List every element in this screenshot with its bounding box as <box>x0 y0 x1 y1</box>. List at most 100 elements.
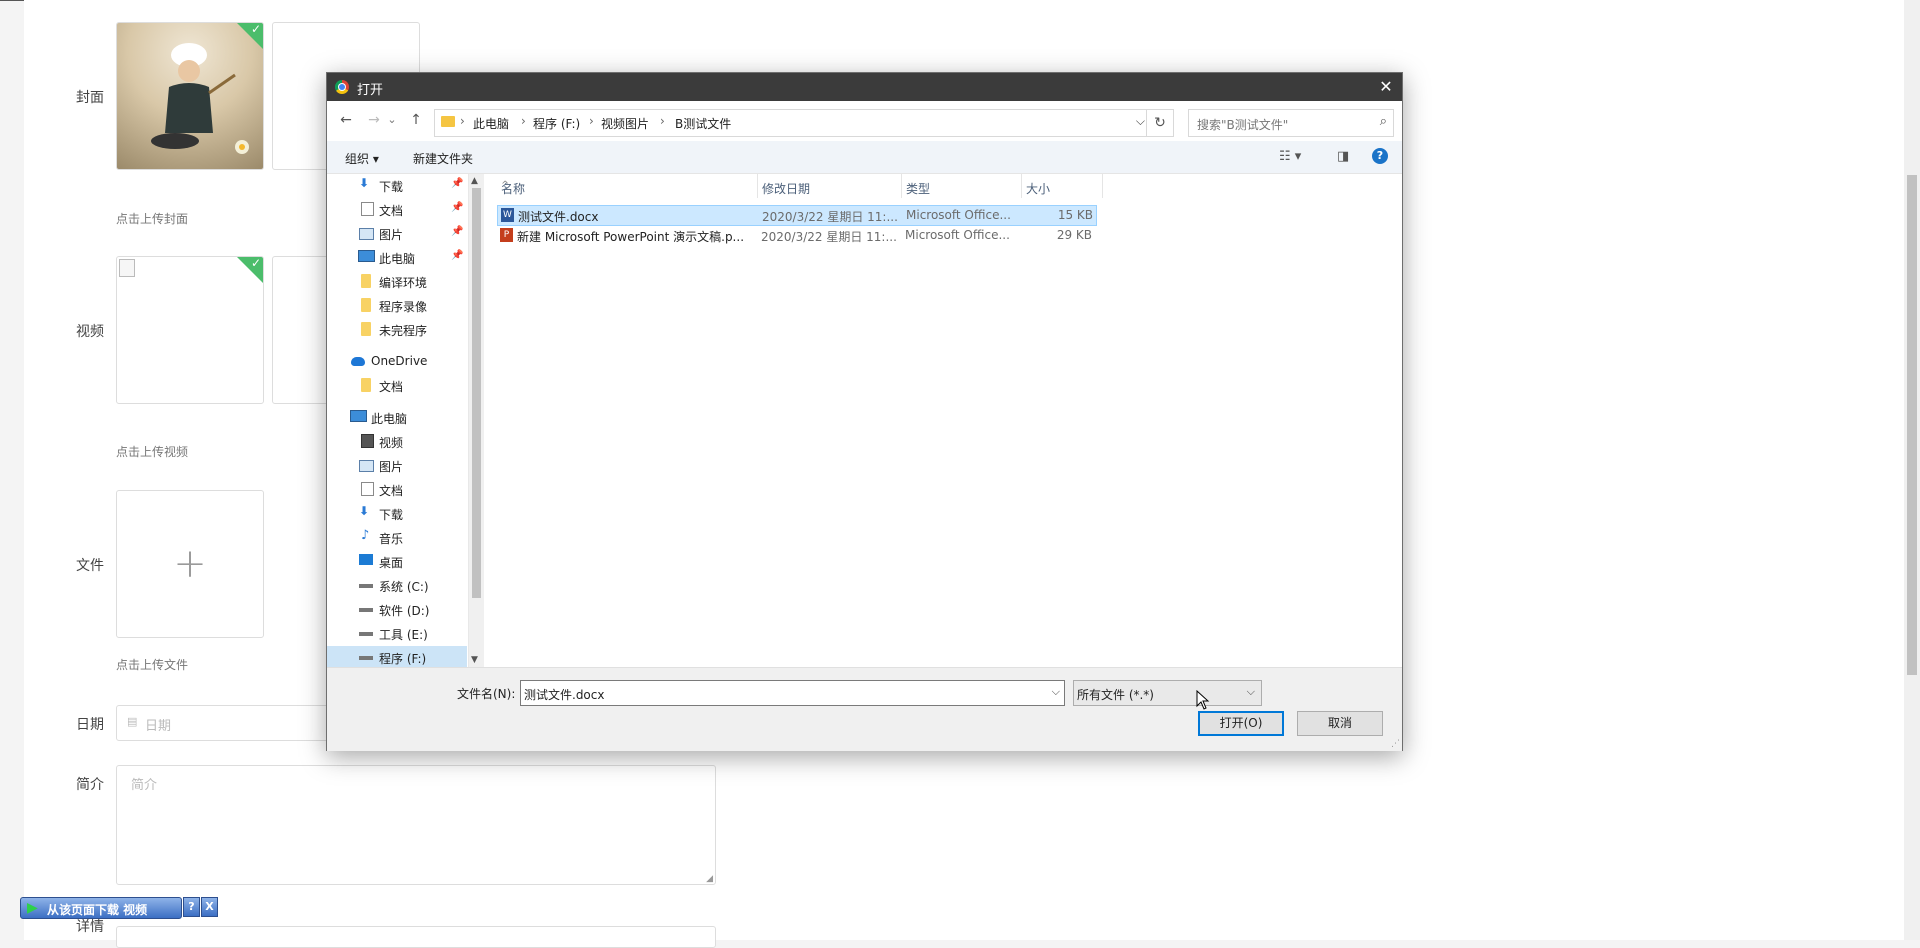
download-close-button[interactable]: X <box>201 897 218 917</box>
download-help-button[interactable]: ? <box>183 897 200 917</box>
resize-handle-icon[interactable]: ◢ <box>706 874 713 884</box>
up-button[interactable]: ↑ <box>407 111 425 129</box>
nav-item-onedrive-documents[interactable]: 文档 <box>327 374 467 396</box>
navigation-pane-scrollbar-thumb[interactable] <box>472 188 481 598</box>
file-row[interactable]: W 测试文件.docx 2020/3/22 星期日 11:... Microso… <box>497 205 1097 226</box>
cover-upload-hint[interactable]: 点击上传封面 <box>116 210 188 227</box>
help-icon[interactable]: ? <box>1372 148 1388 164</box>
document-icon <box>361 202 374 216</box>
file-row[interactable]: P 新建 Microsoft PowerPoint 演示文稿.p... 2020… <box>497 226 1095 245</box>
pin-icon: 📌 <box>451 226 464 237</box>
nav-item-pictures[interactable]: 图片 📌 <box>327 222 467 244</box>
page-scrollbar-thumb[interactable] <box>1907 175 1917 675</box>
scroll-up-icon[interactable]: ▲ <box>471 176 478 186</box>
resize-grip-icon[interactable]: ⋰ <box>1391 739 1400 749</box>
address-bar[interactable]: › 此电脑 › 程序 (F:) › 视频图片 › B测试文件 ⌵ ↻ <box>434 109 1174 137</box>
dialog-titlebar[interactable]: 打开 ✕ <box>327 73 1402 101</box>
video-thumbnail[interactable]: ✓ <box>116 256 264 404</box>
search-box[interactable]: 搜索"B测试文件" ⌕ <box>1188 109 1394 137</box>
column-header-size[interactable]: 大小 <box>1022 174 1103 198</box>
column-header-type[interactable]: 类型 <box>902 174 1022 198</box>
nav-item-downloads-pc[interactable]: ⬇ 下载 <box>327 502 467 524</box>
nav-item-drive-f[interactable]: 程序 (F:) <box>327 646 467 667</box>
detail-editor[interactable] <box>116 926 716 948</box>
back-button[interactable]: ← <box>337 111 355 129</box>
view-options-icon[interactable]: ☷ ▾ <box>1279 149 1301 164</box>
cover-label: 封面 <box>76 90 104 106</box>
check-icon: ✓ <box>250 22 261 36</box>
column-header-name[interactable]: 名称 ^ <box>497 174 758 198</box>
video-label: 视频 <box>76 324 104 340</box>
new-folder-button[interactable]: 新建文件夹 <box>413 150 473 167</box>
nav-item-compile-env[interactable]: 编译环境 <box>327 270 467 292</box>
download-icon: ⬇ <box>359 176 370 190</box>
date-picker[interactable]: ▤ 日期 <box>116 705 338 741</box>
picture-icon <box>359 460 374 472</box>
page-scrollbar[interactable] <box>1904 0 1920 940</box>
scroll-down-icon[interactable]: ▼ <box>471 655 478 665</box>
refresh-button[interactable]: ↻ <box>1146 110 1173 136</box>
chevron-down-icon: ⌵ <box>1246 685 1255 698</box>
navigation-pane-scrollbar[interactable]: ▲ ▼ <box>468 174 484 667</box>
nav-item-label: 下载 <box>379 508 404 522</box>
cloud-icon <box>351 357 365 366</box>
intro-textarea[interactable]: 简介 ◢ <box>116 765 716 885</box>
file-upload-slot[interactable]: + <box>116 490 264 638</box>
check-icon: ✓ <box>250 256 261 270</box>
nav-item-label: 文档 <box>379 484 404 498</box>
nav-item-label: 未完程序 <box>379 324 428 338</box>
nav-item-label: 程序 (F:) <box>379 652 427 666</box>
nav-item-drive-c[interactable]: 系统 (C:) <box>327 574 467 596</box>
navigation-bar: ← → ⌄ ↑ › 此电脑 › 程序 (F:) › 视频图片 › B测试文件 ⌵… <box>327 101 1402 141</box>
close-button[interactable]: ✕ <box>1370 73 1402 101</box>
column-header-label: 修改日期 <box>762 182 811 196</box>
sort-up-icon: ^ <box>501 180 510 191</box>
nav-item-pictures-pc[interactable]: 图片 <box>327 454 467 476</box>
chevron-down-icon[interactable]: ⌵ <box>1136 114 1145 129</box>
video-upload-hint[interactable]: 点击上传视频 <box>116 443 188 460</box>
filename-input[interactable]: 测试文件.docx ⌵ <box>520 680 1065 706</box>
folder-icon <box>361 378 371 392</box>
breadcrumb-drive-f[interactable]: 程序 (F:) <box>533 115 580 132</box>
navigation-pane: ⬇ 下载 📌 文档 📌 图片 📌 此电脑 📌 编译环境 程序录像 未完程序 On… <box>327 174 483 667</box>
download-video-button[interactable]: ▶ 从该页面下载 视频 <box>20 897 182 919</box>
nav-item-documents-pc[interactable]: 文档 <box>327 478 467 500</box>
nav-item-label: 系统 (C:) <box>379 580 429 594</box>
drive-icon <box>359 632 373 636</box>
nav-item-program-recordings[interactable]: 程序录像 <box>327 294 467 316</box>
download-video-label: 从该页面下载 视频 <box>47 903 148 917</box>
breadcrumb-this-pc[interactable]: 此电脑 <box>473 115 509 132</box>
column-header-label: 类型 <box>906 182 931 196</box>
organize-menu[interactable]: 组织 ▾ <box>345 150 379 167</box>
cancel-button[interactable]: 取消 <box>1297 711 1383 736</box>
chevron-down-icon[interactable]: ⌵ <box>1052 685 1060 699</box>
cover-thumbnail[interactable]: ✓ <box>116 22 264 170</box>
nav-item-onedrive[interactable]: OneDrive <box>327 350 467 372</box>
folder-icon <box>361 274 371 288</box>
forward-button[interactable]: → <box>365 111 383 129</box>
breadcrumb-video-pictures[interactable]: 视频图片 <box>601 115 649 132</box>
nav-item-drive-e[interactable]: 工具 (E:) <box>327 622 467 644</box>
nav-item-label: 文档 <box>379 204 404 218</box>
nav-item-this-pc-pinned[interactable]: 此电脑 📌 <box>327 246 467 268</box>
column-header-date[interactable]: 修改日期 <box>758 174 902 198</box>
nav-item-this-pc[interactable]: 此电脑 <box>327 406 467 428</box>
file-list: 名称 ^ 修改日期 类型 大小 W 测试文件.docx 2020/3/22 星期… <box>485 174 1402 667</box>
nav-item-videos[interactable]: 视频 <box>327 430 467 452</box>
nav-item-documents[interactable]: 文档 📌 <box>327 198 467 220</box>
preview-pane-icon[interactable]: ◨ <box>1337 149 1349 164</box>
breadcrumb-current-folder[interactable]: B测试文件 <box>675 115 731 132</box>
powerpoint-file-icon: P <box>500 228 513 242</box>
file-upload-hint[interactable]: 点击上传文件 <box>116 656 188 673</box>
command-bar: 组织 ▾ 新建文件夹 ☷ ▾ ◨ ? <box>327 141 1402 174</box>
nav-item-desktop[interactable]: 桌面 <box>327 550 467 572</box>
file-type-select[interactable]: 所有文件 (*.*) ⌵ <box>1073 680 1262 706</box>
nav-item-downloads[interactable]: ⬇ 下载 📌 <box>327 174 467 196</box>
file-type: Microsoft Office... <box>905 228 1010 242</box>
nav-item-drive-d[interactable]: 软件 (D:) <box>327 598 467 620</box>
nav-item-music[interactable]: ♪ 音乐 <box>327 526 467 548</box>
breadcrumb-separator: › <box>589 114 594 128</box>
open-button[interactable]: 打开(O) <box>1198 711 1284 736</box>
recent-locations-button[interactable]: ⌄ <box>383 111 401 129</box>
nav-item-unfinished-programs[interactable]: 未完程序 <box>327 318 467 340</box>
